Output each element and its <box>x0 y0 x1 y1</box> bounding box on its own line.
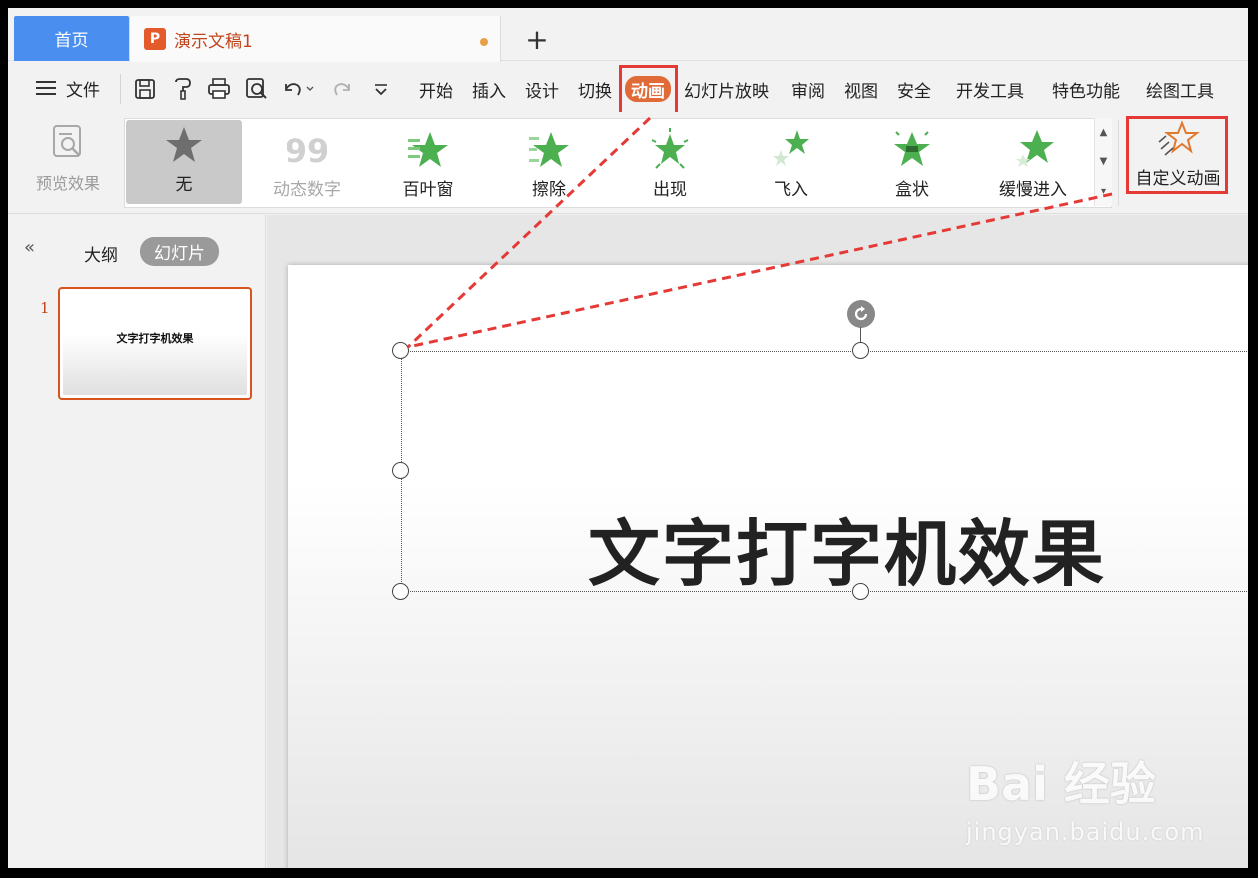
preview-effect-button[interactable]: 预览效果 <box>28 122 108 202</box>
tab-start[interactable]: 开始 <box>419 76 453 102</box>
slide-number: 1 <box>40 299 50 317</box>
effect-none-label: 无 <box>175 175 193 195</box>
effect-wipe[interactable]: 擦除 <box>491 125 607 209</box>
blinds-star-icon <box>408 132 448 167</box>
wipe-star-icon <box>529 132 569 167</box>
divider <box>1118 120 1119 206</box>
effect-none[interactable]: 无 <box>126 120 242 204</box>
effect-box-label: 盒状 <box>895 180 929 200</box>
tab-developer[interactable]: 开发工具 <box>956 76 1024 102</box>
preview-effect-label: 预览效果 <box>35 174 100 193</box>
effect-fly-in[interactable]: 飞入 <box>733 125 849 209</box>
tab-home[interactable]: 首页 <box>14 16 129 61</box>
tab-outline[interactable]: 大纲 <box>84 241 118 266</box>
new-tab-button[interactable]: + <box>520 22 554 56</box>
hamburger-icon <box>36 81 56 95</box>
resize-handle-top-left[interactable] <box>392 342 409 359</box>
resize-handle-top[interactable] <box>852 342 869 359</box>
watermark-brand: Bai 经验 <box>966 757 1156 811</box>
tab-document[interactable]: P 演示文稿1 <box>129 16 501 62</box>
animation-effects-gallery: 无 99 动态数字 百叶窗 擦除 出现 飞入 盒状 缓慢进入 <box>124 118 1112 208</box>
effect-blinds[interactable]: 百叶窗 <box>370 125 486 209</box>
tab-bar: 首页 P 演示文稿1 + <box>8 8 1248 62</box>
effect-dynamic-number-label: 动态数字 <box>273 180 341 200</box>
svg-text:99: 99 <box>287 132 327 170</box>
customize-dropdown-icon[interactable] <box>368 76 394 102</box>
effect-wipe-label: 擦除 <box>532 180 566 200</box>
tab-slides[interactable]: 幻灯片 <box>140 237 219 266</box>
effect-blinds-label: 百叶窗 <box>402 180 454 200</box>
slide-title-text[interactable]: 文字打字机效果 <box>588 495 1106 600</box>
presentation-file-icon: P <box>144 28 166 50</box>
tab-review[interactable]: 审阅 <box>791 76 825 102</box>
divider <box>120 74 121 104</box>
dynamic-number-icon: 99 <box>287 132 327 170</box>
tab-drawing-tools[interactable]: 绘图工具 <box>1146 76 1214 102</box>
print-preview-icon[interactable] <box>244 76 270 102</box>
watermark-url: jingyan.baidu.com <box>966 818 1205 846</box>
resize-handle-left[interactable] <box>392 462 409 479</box>
format-painter-icon[interactable] <box>170 76 196 102</box>
tab-special-features[interactable]: 特色功能 <box>1052 76 1120 102</box>
app-window: 首页 P 演示文稿1 + 文件 开始 插入 设计 切换 动画 幻灯片放映 审阅 … <box>8 8 1248 868</box>
scroll-down-icon[interactable]: ▼ <box>1100 156 1108 167</box>
ease-in-star-icon <box>1016 130 1054 167</box>
effect-fly-in-label: 飞入 <box>774 180 808 200</box>
tab-slideshow[interactable]: 幻灯片放映 <box>684 76 769 102</box>
slide-thumbnail-text: 文字打字机效果 <box>63 292 247 395</box>
gallery-scrollbar[interactable]: ▲ ▼ ▾ <box>1094 118 1112 206</box>
highlight-custom-animation <box>1126 116 1228 194</box>
preview-icon <box>53 125 81 157</box>
slide-thumbnail[interactable]: 文字打字机效果 <box>58 287 252 400</box>
file-menu-label: 文件 <box>66 80 100 101</box>
tab-transitions[interactable]: 切换 <box>578 76 612 102</box>
rotate-handle-icon[interactable] <box>847 300 875 328</box>
scroll-up-icon[interactable]: ▲ <box>1100 127 1108 138</box>
slides-panel: « 大纲 幻灯片 1 文字打字机效果 <box>8 215 266 868</box>
box-star-icon <box>894 131 930 166</box>
save-icon[interactable] <box>132 76 158 102</box>
unsaved-indicator-icon <box>480 38 488 46</box>
effect-appear-label: 出现 <box>653 180 687 200</box>
print-icon[interactable] <box>206 76 232 102</box>
star-icon <box>166 127 202 162</box>
file-menu-button[interactable]: 文件 <box>36 74 100 102</box>
menu-row: 文件 开始 插入 设计 切换 动画 幻灯片放映 审阅 视图 安全 开发工具 特色… <box>8 65 1248 123</box>
tab-insert[interactable]: 插入 <box>472 76 506 102</box>
document-title: 演示文稿1 <box>174 31 253 52</box>
effect-dynamic-number[interactable]: 99 动态数字 <box>249 125 365 209</box>
tab-design[interactable]: 设计 <box>525 76 559 102</box>
tab-security[interactable]: 安全 <box>897 76 931 102</box>
redo-icon[interactable] <box>330 76 356 102</box>
resize-handle-bottom-left[interactable] <box>392 583 409 600</box>
expand-gallery-icon[interactable]: ▾ <box>1101 186 1106 197</box>
effect-appear[interactable]: 出现 <box>612 125 728 209</box>
undo-icon[interactable] <box>280 76 316 102</box>
effect-ease-in[interactable]: 缓慢进入 <box>975 125 1091 209</box>
fly-in-star-icon <box>773 130 809 166</box>
collapse-panel-icon[interactable]: « <box>24 237 35 258</box>
appear-star-icon <box>651 128 689 169</box>
animation-ribbon: 预览效果 无 99 动态数字 百叶窗 擦除 出现 飞入 盒状 缓慢进入 ▲ ▼ … <box>8 112 1248 214</box>
effect-box[interactable]: 盒状 <box>854 125 970 209</box>
tab-view[interactable]: 视图 <box>844 76 878 102</box>
baidu-watermark: Bai 经验 jingyan.baidu.com <box>966 748 1203 858</box>
effect-ease-in-label: 缓慢进入 <box>999 180 1067 200</box>
